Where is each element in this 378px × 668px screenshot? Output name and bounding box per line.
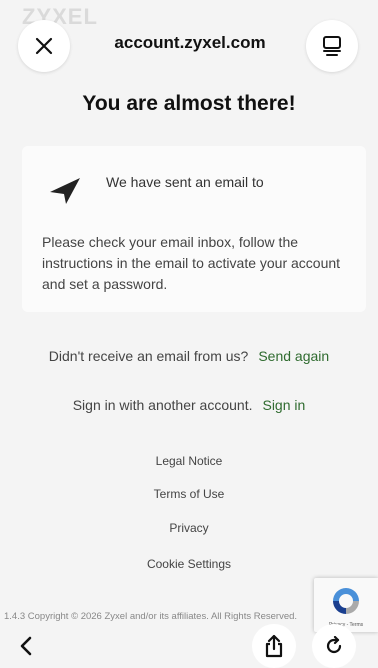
sign-in-link[interactable]: Sign in: [262, 397, 305, 413]
send-again-link[interactable]: Send again: [258, 348, 329, 364]
resend-row: Didn't receive an email from us? Send aga…: [0, 348, 378, 364]
instructions-text: Please check your email inbox, follow th…: [42, 234, 341, 292]
browser-top-bar: account.zyxel.com: [0, 0, 378, 88]
share-icon: [265, 634, 283, 658]
back-button[interactable]: [4, 624, 48, 668]
page-title: You are almost there!: [82, 92, 296, 115]
share-button[interactable]: [252, 624, 296, 668]
privacy-link[interactable]: Privacy: [0, 521, 378, 535]
legal-notice-link[interactable]: Legal Notice: [0, 454, 378, 468]
reload-icon: [326, 636, 342, 654]
resend-prompt: Didn't receive an email from us?: [48, 348, 249, 364]
send-icon: [50, 178, 80, 204]
chevron-left-icon: [20, 636, 32, 656]
reader-mode-icon: [323, 36, 341, 56]
cookie-settings-link[interactable]: Cookie Settings: [0, 557, 378, 571]
signin-prompt: Sign in with another account.: [72, 397, 253, 413]
terms-of-use-link[interactable]: Terms of Use: [0, 487, 378, 501]
reader-mode-button[interactable]: [306, 20, 358, 72]
email-sent-card: We have sent an email to Please check yo…: [22, 146, 366, 312]
signin-row: Sign in with another account. Sign in: [0, 397, 378, 413]
close-button[interactable]: [18, 20, 70, 72]
url-display[interactable]: account.zyxel.com: [80, 33, 300, 53]
reload-button[interactable]: [312, 624, 356, 668]
browser-bottom-bar: [0, 624, 378, 668]
close-icon: [35, 37, 53, 55]
copyright-text: 1.4.3 Copyright © 2026 Zyxel and/or its …: [4, 611, 298, 622]
email-sent-text: We have sent an email to: [106, 174, 264, 190]
